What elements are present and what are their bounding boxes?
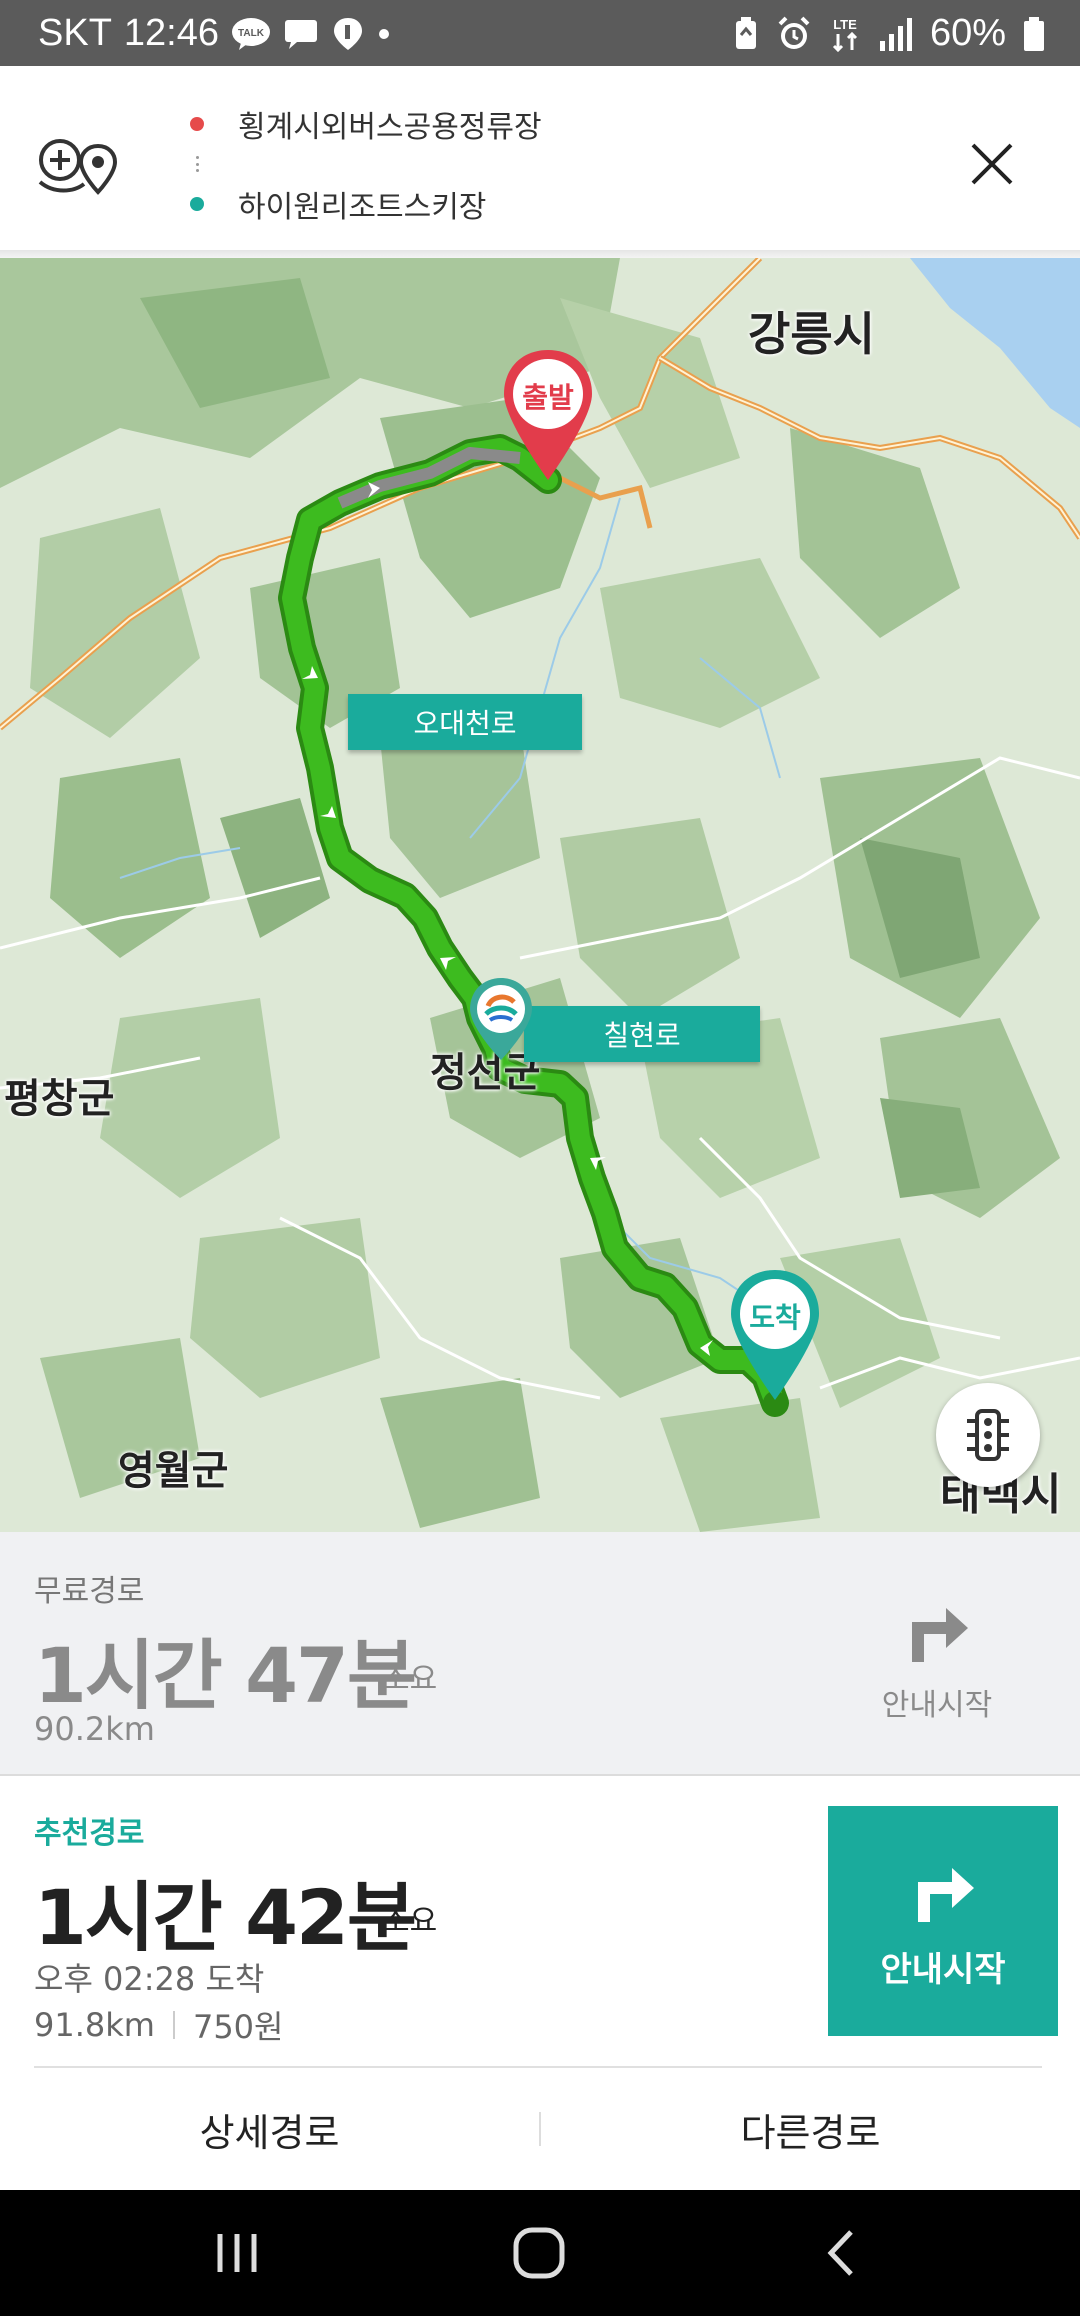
back-button[interactable] (796, 2218, 886, 2288)
signal-icon (878, 17, 914, 51)
route-tabs: 상세경로 다른경로 (0, 2068, 1080, 2190)
free-route-time: 1시간 47분 (34, 1631, 417, 1720)
city-label-pyeongchang: 평창군 (4, 1076, 115, 1122)
lte-label: LTE (833, 17, 857, 32)
talk-badge-label: TALK (238, 28, 265, 39)
start-marker-label: 출발 (522, 381, 574, 414)
recents-button[interactable] (192, 2218, 282, 2288)
carrier-label: SKT (38, 12, 112, 54)
close-icon (971, 143, 1013, 185)
clock: 12:46 (123, 12, 219, 54)
origin-field[interactable]: 횡계시외버스공용정류장 (190, 96, 542, 152)
recents-icon (217, 2234, 257, 2272)
free-route-start-label: 안내시작 (881, 1688, 993, 1723)
road-label-odaecheon: 오대천로 (348, 694, 582, 750)
end-marker[interactable]: 도착 (727, 1268, 823, 1404)
route-header: 횡계시외버스공용정류장 하이원리조트스키장 (0, 66, 1080, 250)
recommended-route-time: 1시간 42분 (34, 1873, 417, 1962)
free-route-start-button[interactable]: 안내시작 (872, 1592, 1002, 1724)
destination-dot (190, 197, 204, 211)
kakaotalk-icon: TALK (231, 17, 271, 51)
map-view[interactable]: 강릉시 평창군 정선군 영월군 태백시 오대천로 칠현로 출발 도착 (0, 258, 1080, 1532)
arrival-time: 오후 02:28 도착 (34, 1960, 265, 1998)
tab-other-route[interactable]: 다른경로 (541, 2068, 1080, 2190)
recommended-route-card[interactable]: 추천경로 1시간 42분 소요 오후 02:28 도착 91.8km 750원 … (0, 1776, 1080, 2066)
road-label-chilhyeon: 칠현로 (524, 1006, 760, 1062)
tab-detail-route[interactable]: 상세경로 (0, 2068, 539, 2190)
origin-dot (190, 117, 204, 131)
toll-fee: 750원 (192, 2008, 284, 2046)
recommended-route-distance: 91.8km (34, 2006, 155, 2044)
traffic-toggle-button[interactable] (936, 1383, 1040, 1487)
destination-field[interactable]: 하이원리조트스키장 (190, 176, 542, 232)
alarm-icon (776, 16, 812, 52)
home-icon (513, 2227, 565, 2279)
destination-label: 하이원리조트스키장 (238, 190, 487, 225)
meta-separator (172, 2011, 175, 2039)
battery-percent: 60% (929, 12, 1006, 54)
recommended-route-suffix: 소요 (382, 1904, 438, 1939)
battery-icon (1022, 16, 1046, 52)
start-marker[interactable]: 출발 (500, 348, 596, 484)
header-divider (0, 250, 1080, 258)
dot-icon (377, 27, 391, 41)
start-navigation-button[interactable]: 안내시작 (828, 1806, 1058, 2036)
end-marker-label: 도착 (749, 1301, 801, 1334)
turn-right-icon (912, 1608, 968, 1662)
recommended-route-type: 추천경로 (34, 1816, 145, 1851)
status-bar: SKT 12:46 TALK LTE 60% (0, 0, 1080, 66)
home-button[interactable] (494, 2218, 584, 2288)
message-icon (283, 18, 319, 50)
system-nav-bar (0, 2190, 1080, 2316)
route-connector (190, 152, 204, 176)
city-label-gangneung: 강릉시 (748, 307, 875, 361)
add-waypoint-icon (38, 139, 118, 195)
add-waypoint-button[interactable] (34, 120, 124, 210)
start-navigation-label: 안내시작 (880, 1949, 1006, 1990)
waypoint-marker[interactable] (466, 976, 536, 1066)
free-route-card[interactable]: 무료경로 1시간 47분 소요 90.2km 안내시작 (0, 1532, 1080, 1776)
traffic-light-icon (967, 1409, 1009, 1461)
lte-icon: LTE (828, 16, 862, 52)
battery-saver-icon (732, 16, 760, 51)
start-pin-icon (504, 350, 592, 480)
notification-badge-icon (331, 16, 365, 52)
turn-right-icon (918, 1867, 974, 1922)
close-button[interactable] (960, 132, 1024, 196)
origin-label: 횡계시외버스공용정류장 (238, 110, 542, 145)
free-route-type: 무료경로 (34, 1574, 145, 1609)
free-route-distance: 90.2km (34, 1710, 155, 1748)
end-pin-icon (731, 1270, 819, 1400)
route-meta: 91.8km 750원 (34, 2002, 283, 2048)
city-label-yeongwol: 영월군 (118, 1448, 229, 1494)
back-chevron-icon (827, 2230, 853, 2276)
free-route-suffix: 소요 (382, 1662, 438, 1697)
